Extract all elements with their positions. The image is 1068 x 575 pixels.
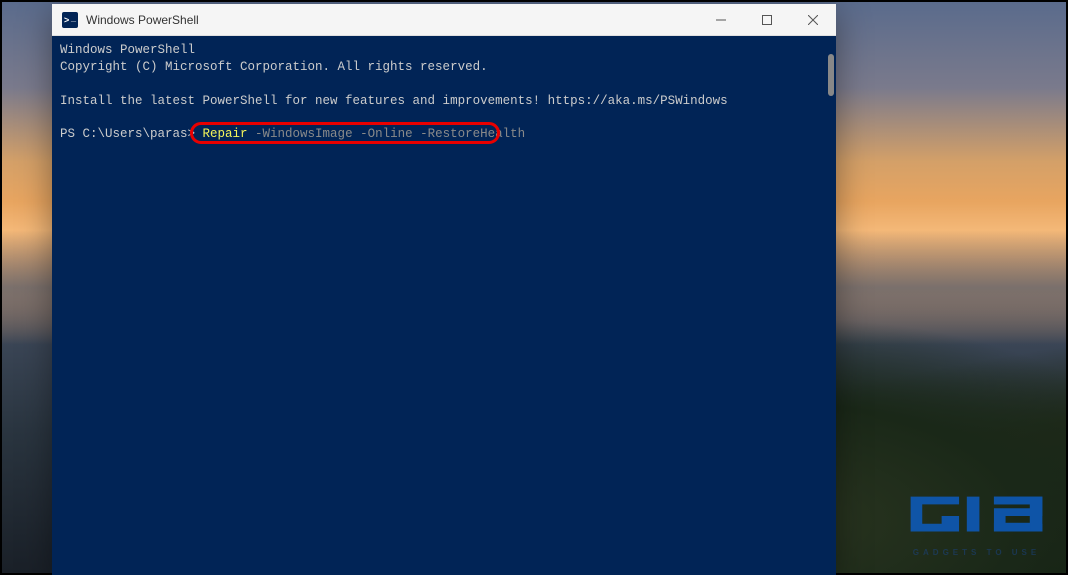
watermark-logo: GADGETS TO USE (899, 471, 1054, 561)
blank-line (60, 76, 828, 93)
powershell-window: Windows PowerShell Windows PowerShell Co… (52, 4, 836, 575)
command-keyword: Repair (203, 126, 248, 143)
install-message: Install the latest PowerShell for new fe… (60, 93, 828, 110)
close-button[interactable] (790, 4, 836, 36)
window-title: Windows PowerShell (86, 13, 698, 27)
watermark-text: GADGETS TO USE (913, 548, 1040, 557)
banner-line-2: Copyright (C) Microsoft Corporation. All… (60, 59, 828, 76)
scrollbar-thumb[interactable] (828, 54, 834, 96)
prompt-line: PS C:\Users\paras> Repair -WindowsImage … (60, 126, 828, 143)
powershell-icon (62, 12, 78, 28)
terminal-content[interactable]: Windows PowerShell Copyright (C) Microso… (52, 36, 836, 575)
window-controls (698, 4, 836, 35)
blank-line (60, 110, 828, 127)
prompt-text: PS C:\Users\paras> (60, 126, 203, 143)
command-arguments: -WindowsImage -Online -RestoreHealth (248, 126, 526, 143)
maximize-button[interactable] (744, 4, 790, 36)
minimize-button[interactable] (698, 4, 744, 36)
banner-line-1: Windows PowerShell (60, 42, 828, 59)
window-titlebar[interactable]: Windows PowerShell (52, 4, 836, 36)
